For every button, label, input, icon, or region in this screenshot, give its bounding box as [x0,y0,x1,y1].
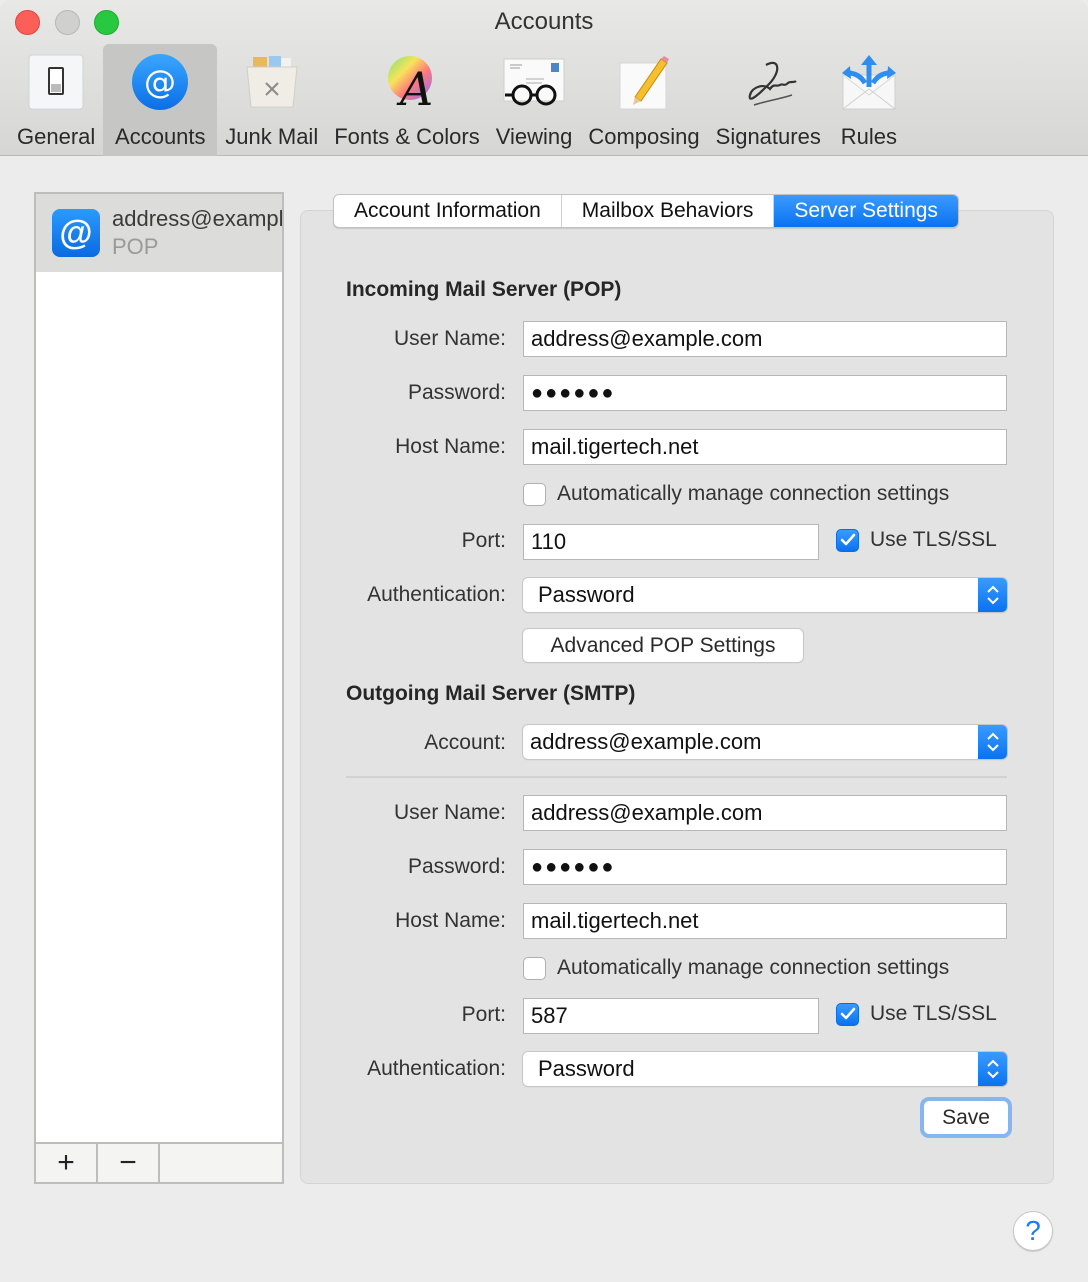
save-button[interactable]: Save [924,1101,1008,1134]
window-title: Accounts [494,8,594,35]
plus-icon: + [57,1146,75,1179]
advanced-pop-settings-button[interactable]: Advanced POP Settings [523,629,803,662]
account-type: POP [112,234,159,259]
account-list-item[interactable]: @ address@example.com POP [36,194,282,272]
incoming-auth-label: Authentication: [367,583,506,606]
up-down-chevron-icon [978,578,1007,612]
outgoing-account-value: address@example.com [530,729,762,754]
mail-preferences-window: Accounts General @ Accounts Junk Mail A … [0,0,1088,1282]
tab-mailbox-behaviors[interactable]: Mailbox Behaviors [562,195,775,227]
incoming-port-input[interactable]: 110 [523,524,819,560]
toolbar-item-general[interactable]: General [9,44,103,156]
checkbox-unchecked[interactable] [523,956,546,980]
toolbar-label: Fonts & Colors [334,124,480,149]
toolbar-label: General [17,124,96,149]
incoming-server-heading: Incoming Mail Server (POP) [346,278,622,301]
svg-text:A: A [396,62,433,111]
incoming-auto-manage-label: Automatically manage connection settings [557,482,950,505]
checkmark-icon[interactable] [836,1002,859,1026]
pencil-paper-icon [612,50,676,114]
envelope-arrows-icon [837,50,901,114]
toolbar-item-fonts-colors[interactable]: A Fonts & Colors [326,44,488,156]
preferences-toolbar: General @ Accounts Junk Mail A Fonts & C… [0,44,909,156]
outgoing-username-input[interactable]: address@example.com [523,795,1007,831]
up-down-chevron-icon [978,1052,1007,1086]
section-divider [346,776,1007,778]
outgoing-tls-checkbox[interactable]: Use TLS/SSL [836,1002,997,1026]
checkmark-icon[interactable] [836,528,859,552]
account-tabs: Account Information Mailbox Behaviors Se… [333,194,959,228]
outgoing-password-input[interactable]: ●●●●●● [523,849,1007,885]
toolbar-label: Viewing [495,124,573,149]
checkbox-unchecked[interactable] [523,482,546,506]
incoming-username-input[interactable]: address@example.com [523,321,1007,357]
toolbar-label: Signatures [715,124,821,149]
add-account-button[interactable]: + [36,1144,98,1182]
title-bar: Accounts General @ Accounts Junk Mail A … [0,0,1088,156]
remove-account-button[interactable]: − [98,1144,160,1182]
account-list: @ address@example.com POP + − [34,192,284,1184]
outgoing-account-select[interactable]: address@example.com [523,725,1007,759]
question-mark-icon: ? [1025,1215,1041,1246]
toolbar-item-signatures[interactable]: Signatures [708,44,829,156]
toolbar-label: Composing [588,124,700,149]
outgoing-password-label: Password: [407,855,506,878]
outgoing-auth-select[interactable]: Password [523,1052,1007,1086]
account-email: address@example.com [112,206,282,231]
incoming-password-input[interactable]: ●●●●●● [523,375,1007,411]
account-list-footer: + − [36,1142,282,1182]
svg-text:@: @ [144,63,176,101]
at-sign-icon: @ [52,209,100,257]
incoming-tls-checkbox[interactable]: Use TLS/SSL [836,528,997,552]
incoming-password-label: Password: [407,381,506,404]
signature-icon [736,50,800,114]
toolbar-label: Accounts [115,124,206,149]
toolbar-item-viewing[interactable]: Viewing [488,44,581,156]
trash-can-icon [240,50,304,114]
toolbar-item-junk-mail[interactable]: Junk Mail [217,44,326,156]
tab-account-information[interactable]: Account Information [334,195,562,227]
incoming-auth-select[interactable]: Password [523,578,1007,612]
outgoing-auth-label: Authentication: [367,1057,506,1080]
up-down-chevron-icon [978,725,1007,759]
outgoing-server-heading: Outgoing Mail Server (SMTP) [346,682,636,705]
outgoing-port-input[interactable]: 587 [523,998,819,1034]
tab-server-settings[interactable]: Server Settings [774,195,958,227]
glasses-letter-icon [502,50,566,114]
toolbar-item-accounts[interactable]: @ Accounts [103,44,218,156]
outgoing-account-label: Account: [424,731,506,754]
switch-icon [24,50,88,114]
font-color-wheel-icon: A [375,50,439,114]
minus-icon: − [119,1146,137,1179]
toolbar-item-composing[interactable]: Composing [580,44,707,156]
outgoing-tls-label: Use TLS/SSL [870,1002,997,1025]
incoming-auth-value: Password [538,582,635,607]
outgoing-hostname-label: Host Name: [395,909,506,932]
outgoing-port-label: Port: [461,1003,506,1026]
help-button[interactable]: ? [1013,1211,1053,1251]
outgoing-auto-manage-checkbox[interactable]: Automatically manage connection settings [523,956,949,980]
toolbar-label: Junk Mail [225,124,319,149]
outgoing-username-label: User Name: [393,801,506,824]
outgoing-hostname-input[interactable]: mail.tigertech.net [523,903,1007,939]
incoming-hostname-label: Host Name: [395,435,506,458]
outgoing-auto-manage-label: Automatically manage connection settings [557,956,950,979]
incoming-tls-label: Use TLS/SSL [870,528,997,551]
incoming-username-label: User Name: [393,327,506,350]
toolbar-label: Rules [840,124,897,149]
incoming-hostname-input[interactable]: mail.tigertech.net [523,429,1007,465]
toolbar-item-rules[interactable]: Rules [829,44,909,156]
outgoing-auth-value: Password [538,1056,635,1081]
incoming-auto-manage-checkbox[interactable]: Automatically manage connection settings [523,482,949,506]
incoming-port-label: Port: [461,529,506,552]
at-sign-icon: @ [128,50,192,114]
